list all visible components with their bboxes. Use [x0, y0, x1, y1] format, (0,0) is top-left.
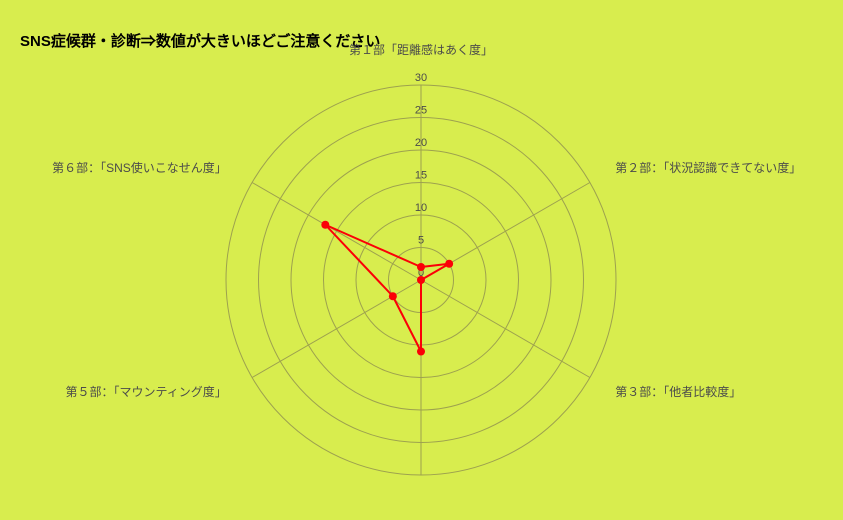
tick-label: 30	[415, 72, 427, 84]
axis-label: 第２部：「状況認識できてない度」	[615, 160, 801, 175]
data-point	[445, 260, 453, 268]
radar-chart: 051015202530第１部「距離感はあく度」第２部：「状況認識できてない度」…	[0, 0, 843, 520]
data-point	[389, 292, 397, 300]
data-point	[417, 348, 425, 356]
data-point	[417, 263, 425, 271]
data-polygon	[325, 225, 449, 352]
tick-label: 20	[415, 137, 427, 149]
tick-label: 5	[418, 235, 424, 247]
grid-axis	[252, 183, 421, 281]
axis-label: 第１部「距離感はあく度」	[349, 42, 493, 57]
data-point	[321, 221, 329, 229]
axis-label: 第３部：「他者比較度」	[615, 384, 741, 399]
tick-label: 25	[415, 105, 427, 117]
data-point	[417, 276, 425, 284]
axis-label: 第６部：「SNS使いこなせん度」	[52, 160, 227, 175]
axis-label: 第５部：「マウンティング度」	[65, 384, 226, 399]
grid-axis	[421, 280, 590, 378]
tick-label: 10	[415, 202, 427, 214]
tick-label: 15	[415, 170, 427, 182]
